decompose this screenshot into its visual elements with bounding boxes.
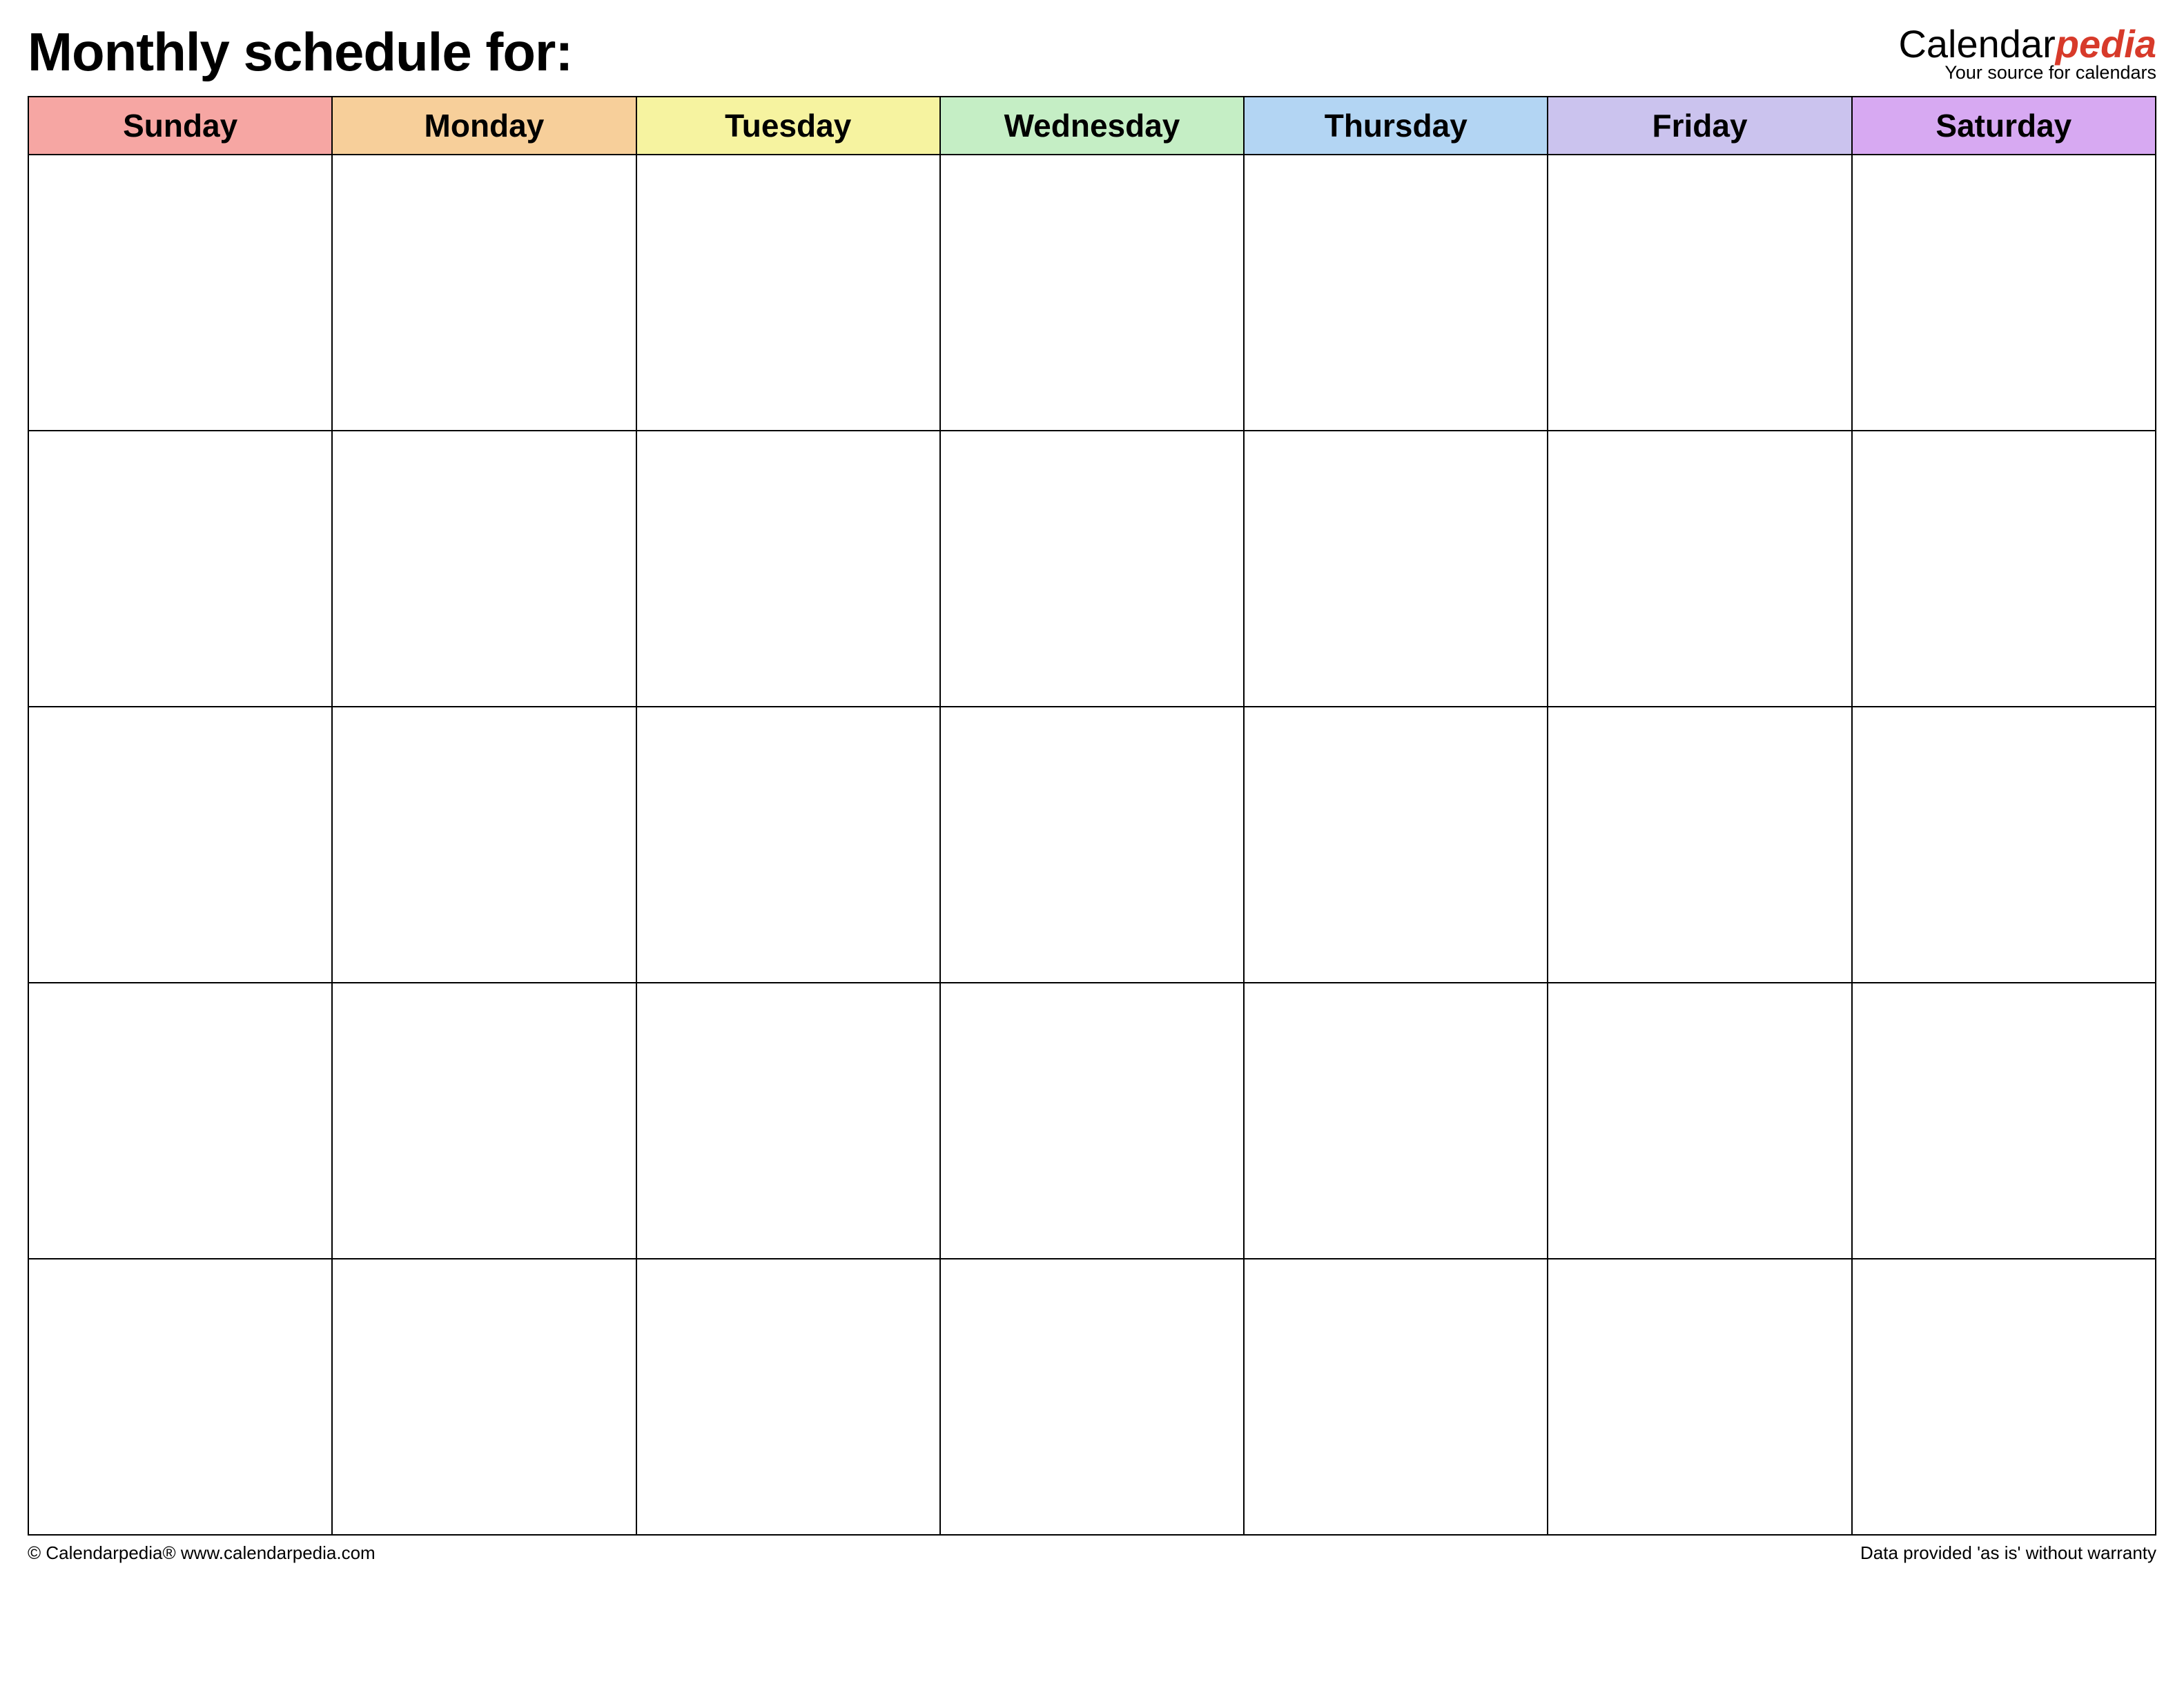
calendar-header-row: SundayMondayTuesdayWednesdayThursdayFrid… [28,97,2156,155]
calendar-cell[interactable] [1852,431,2156,707]
disclaimer-text: Data provided 'as is' without warranty [1860,1542,2156,1564]
calendar-cell[interactable] [28,155,332,431]
footer: © Calendarpedia® www.calendarpedia.com D… [28,1542,2156,1564]
calendar-cell[interactable] [1548,707,1851,983]
logo-text: Calendarpedia [1898,25,2156,63]
copyright-text: © Calendarpedia® www.calendarpedia.com [28,1542,376,1564]
calendar-cell[interactable] [1244,155,1548,431]
calendar-row [28,707,2156,983]
calendar-cell[interactable] [1548,1259,1851,1535]
calendar-cell[interactable] [1548,983,1851,1259]
calendar-cell[interactable] [636,155,940,431]
day-header-wednesday: Wednesday [940,97,1244,155]
calendar-cell[interactable] [1244,707,1548,983]
logo-part1: Calendar [1898,22,2055,66]
calendar-cell[interactable] [1852,983,2156,1259]
calendar-cell[interactable] [332,707,636,983]
calendar-body [28,155,2156,1535]
day-header-monday: Monday [332,97,636,155]
calendar-cell[interactable] [332,1259,636,1535]
calendar-cell[interactable] [1548,431,1851,707]
page-title: Monthly schedule for: [28,21,572,84]
day-header-saturday: Saturday [1852,97,2156,155]
day-header-sunday: Sunday [28,97,332,155]
calendar-cell[interactable] [940,155,1244,431]
calendar-row [28,983,2156,1259]
calendar-cell[interactable] [28,707,332,983]
calendar-cell[interactable] [636,431,940,707]
calendar-cell[interactable] [636,983,940,1259]
calendar-cell[interactable] [332,155,636,431]
calendar-row [28,431,2156,707]
day-header-friday: Friday [1548,97,1851,155]
calendar-cell[interactable] [940,983,1244,1259]
calendar-cell[interactable] [1244,983,1548,1259]
calendar-cell[interactable] [332,431,636,707]
calendar-table: SundayMondayTuesdayWednesdayThursdayFrid… [28,96,2156,1536]
logo-block: Calendarpedia Your source for calendars [1898,21,2156,84]
calendar-cell[interactable] [940,431,1244,707]
calendar-cell[interactable] [28,1259,332,1535]
calendar-cell[interactable] [1244,431,1548,707]
calendar-cell[interactable] [940,707,1244,983]
header: Monthly schedule for: Calendarpedia Your… [28,21,2156,84]
logo-part2: pedia [2056,22,2156,66]
calendar-cell[interactable] [636,1259,940,1535]
calendar-cell[interactable] [1548,155,1851,431]
calendar-row [28,1259,2156,1535]
calendar-cell[interactable] [1852,155,2156,431]
calendar-cell[interactable] [1852,1259,2156,1535]
calendar-row [28,155,2156,431]
calendar-cell[interactable] [1244,1259,1548,1535]
calendar-cell[interactable] [940,1259,1244,1535]
day-header-thursday: Thursday [1244,97,1548,155]
calendar-cell[interactable] [1852,707,2156,983]
calendar-cell[interactable] [636,707,940,983]
calendar-cell[interactable] [332,983,636,1259]
calendar-cell[interactable] [28,983,332,1259]
calendar-cell[interactable] [28,431,332,707]
day-header-tuesday: Tuesday [636,97,940,155]
